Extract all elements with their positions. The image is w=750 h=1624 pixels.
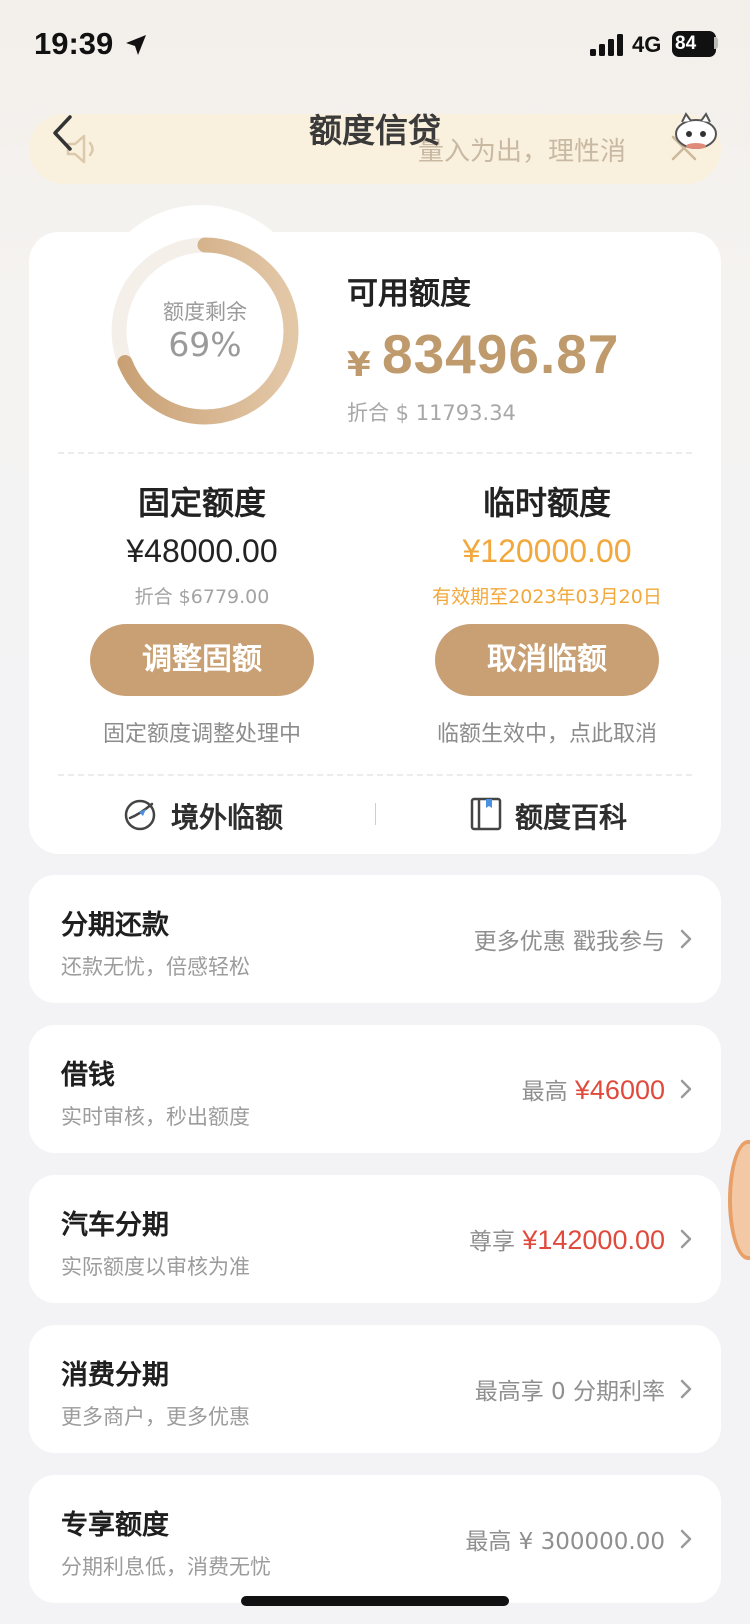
adjust-fixed-credit-button[interactable]: 调整固额	[90, 624, 314, 696]
temp-credit-amount-text: ¥120000.00	[462, 533, 632, 569]
temp-credit-note[interactable]: 临额生效中，点此取消	[382, 716, 712, 748]
row-subtitle: 更多商户，更多优惠	[61, 1405, 250, 1429]
temp-credit-title-text: 临时额度	[482, 484, 611, 522]
row-consumer-installment[interactable]: 消费分期 更多商户，更多优惠 最高享 0 分期利率	[29, 1325, 721, 1453]
row-title: 汽车分期	[61, 1210, 169, 1241]
row-limit-value: ¥142000.00	[522, 1225, 665, 1255]
row-subtitle: 分期利息低，消费无忧	[61, 1555, 271, 1579]
available-currency: ¥	[347, 345, 371, 385]
row-borrow[interactable]: 借钱 实时审核，秒出额度 最高 ¥46000	[29, 1025, 721, 1153]
row-exclusive-credit[interactable]: 专享额度 分期利息低，消费无忧 最高 ¥ 300000.00	[29, 1475, 721, 1603]
row-promo: 更多优惠 戳我参与	[474, 922, 665, 956]
vertical-divider	[375, 803, 376, 825]
mascot-service-icon[interactable]	[672, 110, 720, 152]
row-title: 分期还款	[61, 910, 169, 941]
battery-tip	[714, 37, 718, 49]
row-installment-repayment[interactable]: 分期还款 还款无忧，倍感轻松 更多优惠 戳我参与	[29, 875, 721, 1003]
fixed-credit-amount-text: ¥48000.00	[126, 533, 278, 569]
chevron-right-icon	[680, 1229, 692, 1249]
overseas-temp-credit-link[interactable]: 境外临额	[171, 796, 283, 836]
row-title: 消费分期	[61, 1360, 169, 1391]
location-arrow-icon	[126, 35, 146, 55]
temp-credit-validity-text: 有效期至2023年03月20日	[432, 586, 662, 608]
fixed-credit-title: 固定额度	[37, 478, 367, 524]
row-limit: 尊享 ¥142000.00	[469, 1222, 665, 1256]
row-subtitle: 实际额度以审核为准	[61, 1255, 250, 1279]
page-title-text: 额度信贷	[309, 111, 441, 150]
available-credit-amount: 83496.87	[382, 323, 620, 385]
row-limit-prefix: 最高	[521, 1079, 575, 1105]
fixed-credit-title-text: 固定额度	[137, 484, 266, 522]
row-subtitle: 实时审核，秒出额度	[61, 1105, 250, 1129]
fixed-credit-note: 固定额度调整处理中	[102, 722, 301, 747]
row-promo: 最高享 0 分期利率	[475, 1372, 665, 1406]
row-limit-prefix: 尊享	[469, 1229, 523, 1255]
available-credit-label: 可用额度	[347, 276, 471, 312]
temp-credit-title: 临时额度	[382, 478, 712, 524]
chevron-right-icon	[680, 1079, 692, 1099]
divider	[58, 452, 692, 454]
page-title: 额度信贷	[0, 104, 750, 152]
chevron-right-icon	[680, 1379, 692, 1399]
row-title: 专享额度	[61, 1510, 169, 1541]
network-type: 4G	[632, 32, 662, 57]
divider	[58, 774, 692, 776]
row-car-installment[interactable]: 汽车分期 实际额度以审核为准 尊享 ¥142000.00	[29, 1175, 721, 1303]
book-icon	[470, 797, 502, 831]
status-time: 19:39	[34, 26, 114, 61]
row-promo-text: 最高 ¥ 300000.00	[465, 1529, 665, 1555]
credit-encyclopedia-link[interactable]: 额度百科	[515, 796, 627, 836]
ring-percent: 69%	[168, 325, 242, 364]
cancel-temp-credit-button[interactable]: 取消临额	[435, 624, 659, 696]
status-bar: 19:39 4G 84	[0, 0, 750, 92]
overseas-credit-icon	[124, 799, 156, 831]
row-promo: 最高 ¥ 300000.00	[465, 1522, 665, 1556]
chevron-right-icon	[680, 1529, 692, 1549]
cellular-signal-icon	[590, 34, 623, 56]
temp-credit-amount: ¥120000.00	[382, 533, 712, 570]
row-title: 借钱	[61, 1060, 115, 1091]
fixed-credit-amount: ¥48000.00	[37, 533, 367, 570]
battery-icon: 84	[672, 31, 716, 57]
row-limit: 最高 ¥46000	[522, 1072, 665, 1106]
home-indicator	[241, 1596, 509, 1606]
chevron-right-icon	[680, 929, 692, 949]
row-subtitle: 还款无忧，倍感轻松	[61, 955, 250, 979]
row-promo-text: 最高享 0 分期利率	[474, 1379, 665, 1405]
row-limit-value: ¥46000	[574, 1075, 665, 1105]
ring-label: 额度剩余	[163, 300, 247, 324]
available-usd-equivalent: 折合 $ 11793.34	[347, 401, 516, 425]
floating-promo-badge[interactable]	[728, 1140, 750, 1260]
row-promo-text: 更多优惠 戳我参与	[473, 929, 665, 955]
temp-credit-validity: 有效期至2023年03月20日	[382, 582, 712, 609]
fixed-credit-usd-text: 折合 $6779.00	[134, 586, 270, 608]
fixed-credit-usd: 折合 $6779.00	[37, 582, 367, 609]
